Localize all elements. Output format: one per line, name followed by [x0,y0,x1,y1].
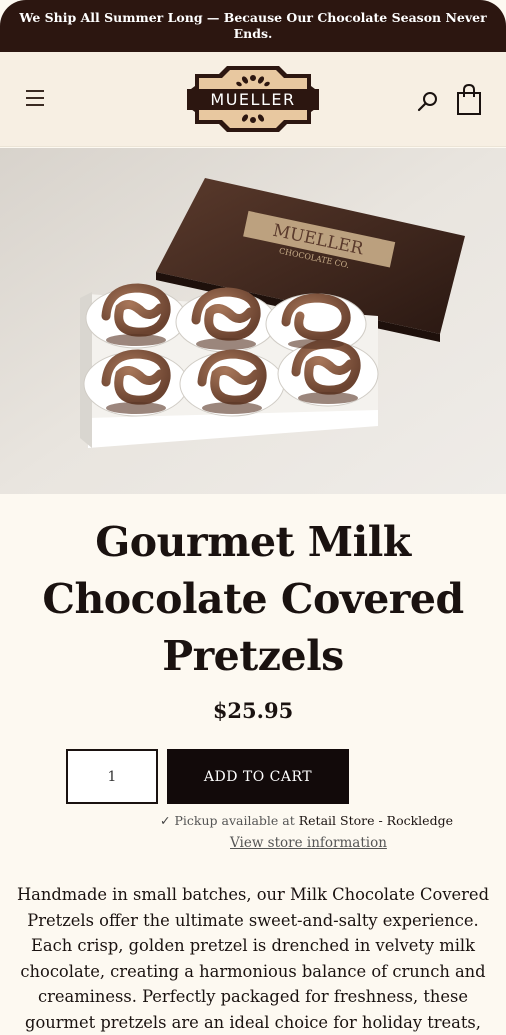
pickup-availability: ✓ Pickup available at Retail Store - Rock… [160,813,490,828]
product-title: Gourmet Milk Chocolate Covered Pretzels [42,518,464,680]
mueller-logo[interactable]: MUELLER [187,58,319,140]
logo-text: MUELLER [210,90,295,109]
menu-button[interactable] [26,90,46,108]
site-header: MUELLER [0,52,506,147]
shopping-bag-icon[interactable] [456,84,482,116]
product-image: MUELLER CHOCOLATE CO. [0,148,506,494]
pickup-store: Retail Store - Rockledge [298,813,453,828]
pretzel-box-illustration: MUELLER CHOCOLATE CO. [0,148,506,494]
product-description: Handmade in small batches, our Milk Choc… [16,885,489,1032]
search-icon[interactable] [417,90,439,112]
announcement-text: We Ship All Summer Long — Because Our Ch… [19,10,487,41]
announcement-bar: We Ship All Summer Long — Because Our Ch… [0,0,506,52]
pickup-prefix: Pickup available at [174,813,295,828]
add-to-cart-button[interactable]: ADD TO CART [167,749,349,804]
view-store-information-link[interactable]: View store information [230,835,387,851]
quantity-input[interactable]: 1 [66,749,158,804]
product-price: $25.95 [212,698,294,723]
hamburger-menu-icon [26,90,44,92]
checkmark-icon: ✓ [160,813,171,828]
